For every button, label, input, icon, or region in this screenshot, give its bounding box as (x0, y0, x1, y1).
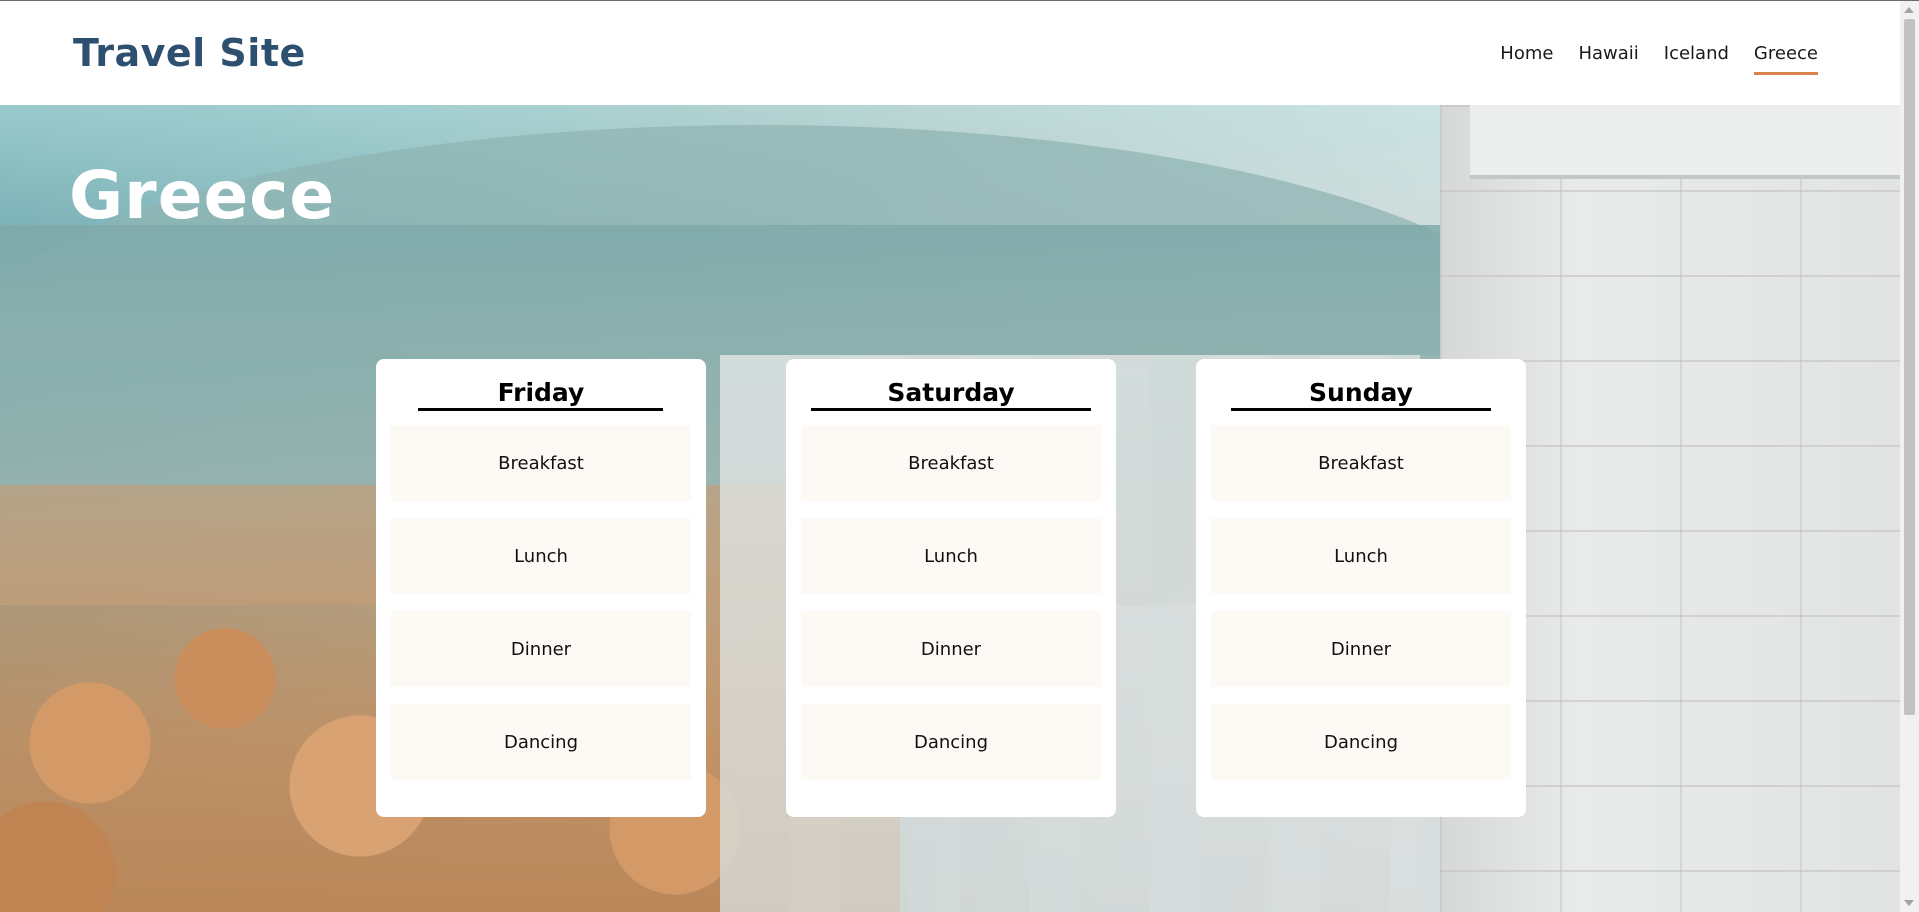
day-title-underline (418, 408, 663, 411)
activity-item[interactable]: Breakfast (801, 425, 1101, 501)
site-title[interactable]: Travel Site (73, 31, 306, 75)
activity-item[interactable]: Lunch (1211, 518, 1511, 594)
site-header: Travel Site Home Hawaii Iceland Greece (0, 1, 1900, 105)
nav-link-home[interactable]: Home (1500, 43, 1553, 75)
day-title: Friday (497, 378, 585, 407)
vertical-scrollbar[interactable] (1900, 1, 1919, 912)
activity-item[interactable]: Breakfast (391, 425, 691, 501)
hero-background-wall-ledge (1470, 105, 1900, 179)
hero-section: Greece Friday Breakfast Lunch Dinner Dan… (0, 105, 1900, 912)
scrollbar-thumb[interactable] (1904, 19, 1915, 715)
nav-link-greece[interactable]: Greece (1753, 43, 1818, 75)
main-nav: Home Hawaii Iceland Greece (1500, 43, 1818, 75)
nav-link-hawaii[interactable]: Hawaii (1578, 43, 1638, 75)
activity-item[interactable]: Lunch (801, 518, 1101, 594)
activity-item[interactable]: Dancing (1211, 704, 1511, 780)
day-title-underline (1231, 408, 1491, 411)
scroll-down-arrow-icon[interactable] (1904, 900, 1914, 906)
activity-item[interactable]: Dinner (1211, 611, 1511, 687)
day-card-sunday: Sunday Breakfast Lunch Dinner Dancing (1196, 359, 1526, 817)
scroll-up-arrow-icon[interactable] (1904, 7, 1914, 13)
activity-item[interactable]: Dinner (801, 611, 1101, 687)
activity-item[interactable]: Breakfast (1211, 425, 1511, 501)
page-title: Greece (69, 157, 336, 234)
activity-item[interactable]: Dinner (391, 611, 691, 687)
day-title: Saturday (887, 378, 1015, 407)
day-title-underline (811, 408, 1091, 411)
day-title: Sunday (1309, 378, 1413, 407)
activity-item[interactable]: Dancing (391, 704, 691, 780)
day-card-saturday: Saturday Breakfast Lunch Dinner Dancing (786, 359, 1116, 817)
activity-item[interactable]: Lunch (391, 518, 691, 594)
activity-item[interactable]: Dancing (801, 704, 1101, 780)
nav-link-iceland[interactable]: Iceland (1664, 43, 1729, 75)
day-card-friday: Friday Breakfast Lunch Dinner Dancing (376, 359, 706, 817)
